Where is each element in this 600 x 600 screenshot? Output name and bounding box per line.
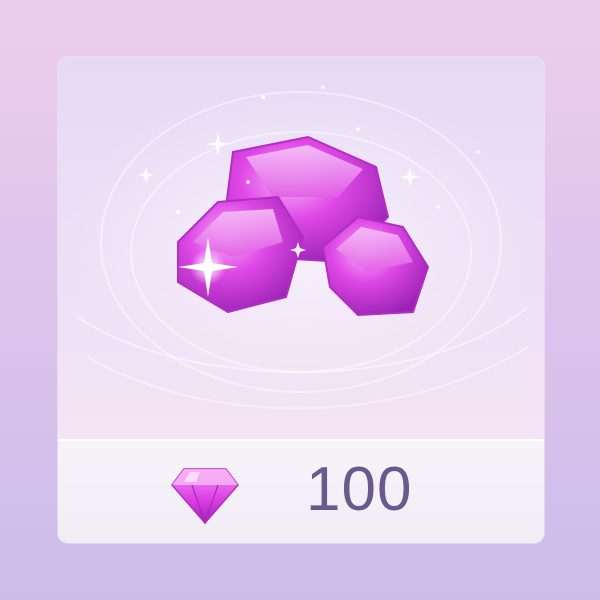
shop-item-card[interactable]: 100 — [58, 57, 544, 543]
price-bar[interactable]: 100 — [58, 439, 544, 543]
gem-pile-icon — [77, 85, 529, 410]
price-label: 100 — [306, 455, 413, 524]
gem-icon — [171, 468, 239, 525]
item-artwork — [58, 57, 544, 439]
